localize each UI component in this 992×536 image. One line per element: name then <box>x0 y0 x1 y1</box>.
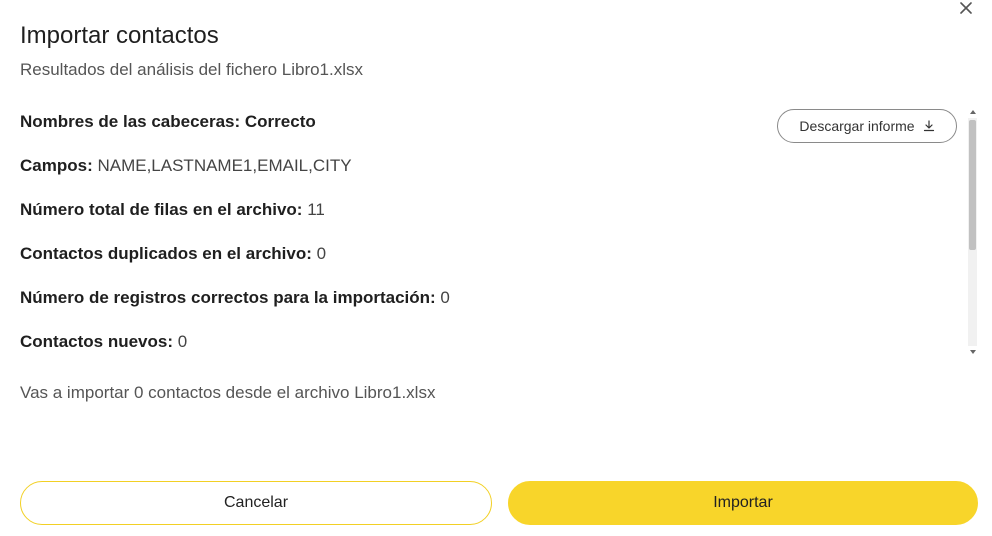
result-row-new-contacts: Contactos nuevos: 0 <box>20 330 187 354</box>
result-label: Número de registros correctos para la im… <box>20 288 436 307</box>
import-contacts-dialog: Importar contactos Resultados del anális… <box>0 0 992 536</box>
results-panel: Nombres de las cabeceras: Correcto Campo… <box>0 100 980 356</box>
result-row-valid-records: Número de registros correctos para la im… <box>20 286 450 310</box>
dialog-title: Importar contactos <box>20 22 219 49</box>
scrollbar-thumb[interactable] <box>969 120 976 250</box>
cancel-button[interactable]: Cancelar <box>20 481 492 525</box>
scroll-down-icon[interactable] <box>970 350 976 354</box>
download-report-button[interactable]: Descargar informe <box>777 109 957 143</box>
result-row-headers: Nombres de las cabeceras: Correcto <box>20 110 316 134</box>
result-value: 0 <box>435 288 450 307</box>
result-label: Nombres de las cabeceras: Correcto <box>20 112 316 131</box>
result-label: Campos: <box>20 156 93 175</box>
close-icon <box>960 2 972 14</box>
result-value: 11 <box>302 200 325 219</box>
import-summary: Vas a importar 0 contactos desde el arch… <box>20 383 436 402</box>
result-label: Número total de filas en el archivo: <box>20 200 303 219</box>
result-row-total-rows: Número total de filas en el archivo: 11 <box>20 198 325 222</box>
result-row-fields: Campos: NAME,LASTNAME1,EMAIL,CITY <box>20 154 352 178</box>
dialog-subtitle: Resultados del análisis del fichero Libr… <box>20 60 364 79</box>
close-button[interactable] <box>955 0 977 16</box>
download-report-label: Descargar informe <box>799 118 915 134</box>
scroll-up-icon[interactable] <box>970 110 976 114</box>
result-value: 0 <box>311 244 327 263</box>
result-value: 0 <box>173 332 188 351</box>
download-icon <box>923 120 934 132</box>
result-label: Contactos nuevos: <box>20 332 174 351</box>
result-label: Contactos duplicados en el archivo: <box>20 244 312 263</box>
result-row-duplicates: Contactos duplicados en el archivo: 0 <box>20 242 326 266</box>
results-scrollbar[interactable] <box>967 108 978 356</box>
import-button[interactable]: Importar <box>508 481 978 525</box>
result-value: NAME,LASTNAME1,EMAIL,CITY <box>92 156 352 175</box>
